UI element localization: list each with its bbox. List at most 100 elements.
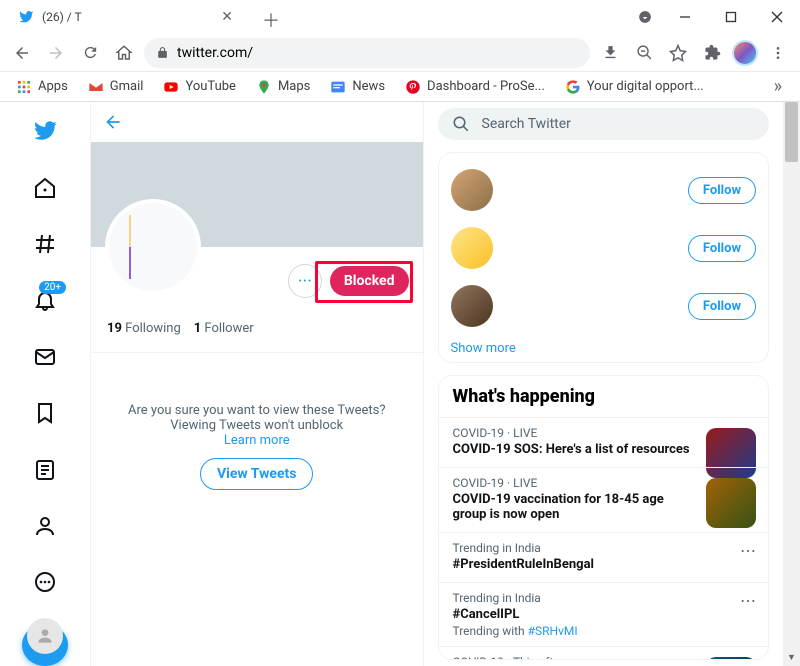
pinterest-icon	[405, 79, 421, 95]
follow-button[interactable]: Follow	[688, 177, 756, 204]
window-maximize-button[interactable]	[708, 0, 754, 34]
trend-item[interactable]: COVID-19 · LIVE COVID-19 SOS: Here's a l…	[439, 417, 769, 467]
nav-reload-button[interactable]	[76, 39, 104, 67]
browser-tab[interactable]: (26) / T ✕	[8, 0, 243, 34]
extensions-icon[interactable]	[698, 39, 726, 67]
zoom-icon[interactable]	[630, 39, 658, 67]
who-to-follow-card: Follow Follow Follow Show more	[438, 152, 770, 363]
follow-suggestion-row[interactable]: Follow	[451, 277, 757, 335]
whats-happening-card: What's happening COVID-19 · LIVE COVID-1…	[438, 375, 770, 660]
bookmarks-overflow-icon[interactable]: »	[774, 76, 792, 97]
bookmark-label: Maps	[278, 79, 310, 94]
following-link[interactable]: 19 Following	[107, 321, 181, 336]
google-g-icon	[565, 79, 581, 95]
trend-thumbnail	[706, 657, 756, 660]
nav-notifications-icon[interactable]: 20+	[22, 279, 68, 321]
learn-more-link[interactable]: Learn more	[224, 433, 290, 448]
show-more-link[interactable]: Show more	[451, 335, 757, 358]
scroll-down-arrow-icon[interactable]: ▼	[783, 649, 800, 666]
back-arrow-icon[interactable]	[103, 112, 123, 132]
trend-more-icon[interactable]: ⋯	[740, 541, 756, 560]
trend-item[interactable]: COVID-19 · LIVE COVID-19 vaccination for…	[439, 467, 769, 532]
trend-thumbnail	[706, 478, 756, 528]
tab-title: (26) / T	[42, 10, 213, 24]
google-news-icon	[330, 79, 346, 95]
profile-header-bar	[91, 102, 423, 142]
page-scrollbar[interactable]: ▲ ▼	[783, 102, 800, 666]
url-input[interactable]	[177, 45, 578, 61]
suggestion-avatar	[451, 227, 493, 269]
follow-suggestion-row[interactable]: Follow	[451, 161, 757, 219]
blocked-question-text: Are you sure you want to view these Twee…	[115, 403, 399, 433]
new-tab-button[interactable]: ＋	[257, 6, 285, 34]
window-minimize-button[interactable]	[662, 0, 708, 34]
nav-explore-icon[interactable]	[22, 223, 68, 265]
apps-grid-icon	[16, 79, 32, 95]
trends-heading: What's happening	[439, 376, 769, 417]
notification-badge: 20+	[39, 281, 66, 294]
bookmark-digital[interactable]: Your digital opport...	[557, 75, 712, 99]
search-input[interactable]: Search Twitter	[438, 108, 770, 140]
nav-profile-icon[interactable]	[22, 505, 68, 547]
bookmark-label: YouTube	[185, 79, 236, 94]
view-tweets-button[interactable]: View Tweets	[200, 458, 313, 490]
bookmark-star-icon[interactable]	[664, 39, 692, 67]
profile-stats: 19 Following 1 Follower	[91, 315, 423, 353]
address-bar[interactable]	[144, 38, 590, 68]
suggestion-avatar	[451, 285, 493, 327]
nav-home-button[interactable]	[110, 39, 138, 67]
trend-item[interactable]: Trending in India #CancelIPL Trending wi…	[439, 582, 769, 646]
follow-button[interactable]: Follow	[688, 293, 756, 320]
bookmark-maps[interactable]: Maps	[248, 75, 318, 99]
nav-more-icon[interactable]	[22, 561, 68, 603]
profile-avatar[interactable]	[105, 199, 201, 295]
right-sidebar: Search Twitter Follow Follow Follow Show…	[424, 102, 784, 666]
trend-hashtag-link[interactable]: #SRHvMI	[528, 624, 578, 638]
trend-item[interactable]: Trending in India #PresidentRuleInBengal…	[439, 532, 769, 582]
browser-profile-avatar[interactable]	[732, 40, 758, 66]
bookmark-label: Dashboard - ProSe...	[427, 79, 545, 94]
bookmarks-bar: Apps Gmail YouTube Maps News Dashboard -…	[0, 72, 800, 102]
follow-suggestion-row[interactable]: Follow	[451, 219, 757, 277]
trend-more-icon[interactable]: ⋯	[740, 591, 756, 610]
nav-home-icon[interactable]	[22, 166, 68, 208]
annotation-highlight-box	[315, 261, 413, 303]
window-close-button[interactable]	[754, 0, 800, 34]
twitter-logo-icon[interactable]	[22, 110, 68, 152]
bookmark-label: Your digital opport...	[587, 79, 704, 94]
bookmark-apps[interactable]: Apps	[8, 75, 76, 99]
nav-messages-icon[interactable]	[22, 336, 68, 378]
bookmark-label: Gmail	[110, 79, 144, 94]
lock-icon	[156, 46, 169, 59]
maps-pin-icon	[256, 79, 272, 95]
bookmark-label: Apps	[38, 79, 68, 94]
install-app-icon[interactable]	[596, 39, 624, 67]
browser-menu-button[interactable]	[764, 39, 792, 67]
followers-link[interactable]: 1 Follower	[194, 321, 254, 336]
gmail-icon	[88, 79, 104, 95]
scrollbar-thumb[interactable]	[785, 102, 798, 162]
bookmark-news[interactable]: News	[322, 75, 393, 99]
follow-button[interactable]: Follow	[688, 235, 756, 262]
bookmark-dashboard[interactable]: Dashboard - ProSe...	[397, 75, 553, 99]
youtube-icon	[163, 79, 179, 95]
trend-item[interactable]: COVID-19 · This afternoon IPL match post…	[439, 646, 769, 660]
nav-bookmarks-icon[interactable]	[22, 392, 68, 434]
tab-close-icon[interactable]: ✕	[221, 9, 233, 25]
nav-lists-icon[interactable]	[22, 448, 68, 490]
twitter-sidebar: 20+	[0, 102, 90, 666]
nav-forward-button[interactable]	[42, 39, 70, 67]
search-placeholder: Search Twitter	[482, 116, 571, 132]
incognito-indicator-icon	[638, 10, 652, 24]
bookmark-youtube[interactable]: YouTube	[155, 75, 244, 99]
profile-main-column: ··· Blocked 19 Following 1 Follower Are …	[90, 102, 424, 666]
bookmark-gmail[interactable]: Gmail	[80, 75, 152, 99]
browser-toolbar	[0, 34, 800, 72]
account-switcher-avatar[interactable]	[27, 618, 63, 654]
search-icon	[452, 115, 470, 133]
suggestion-avatar	[451, 169, 493, 211]
twitter-favicon-icon	[18, 9, 34, 25]
bookmark-label: News	[352, 79, 385, 94]
nav-back-button[interactable]	[8, 39, 36, 67]
blocked-message: Are you sure you want to view these Twee…	[91, 353, 423, 520]
